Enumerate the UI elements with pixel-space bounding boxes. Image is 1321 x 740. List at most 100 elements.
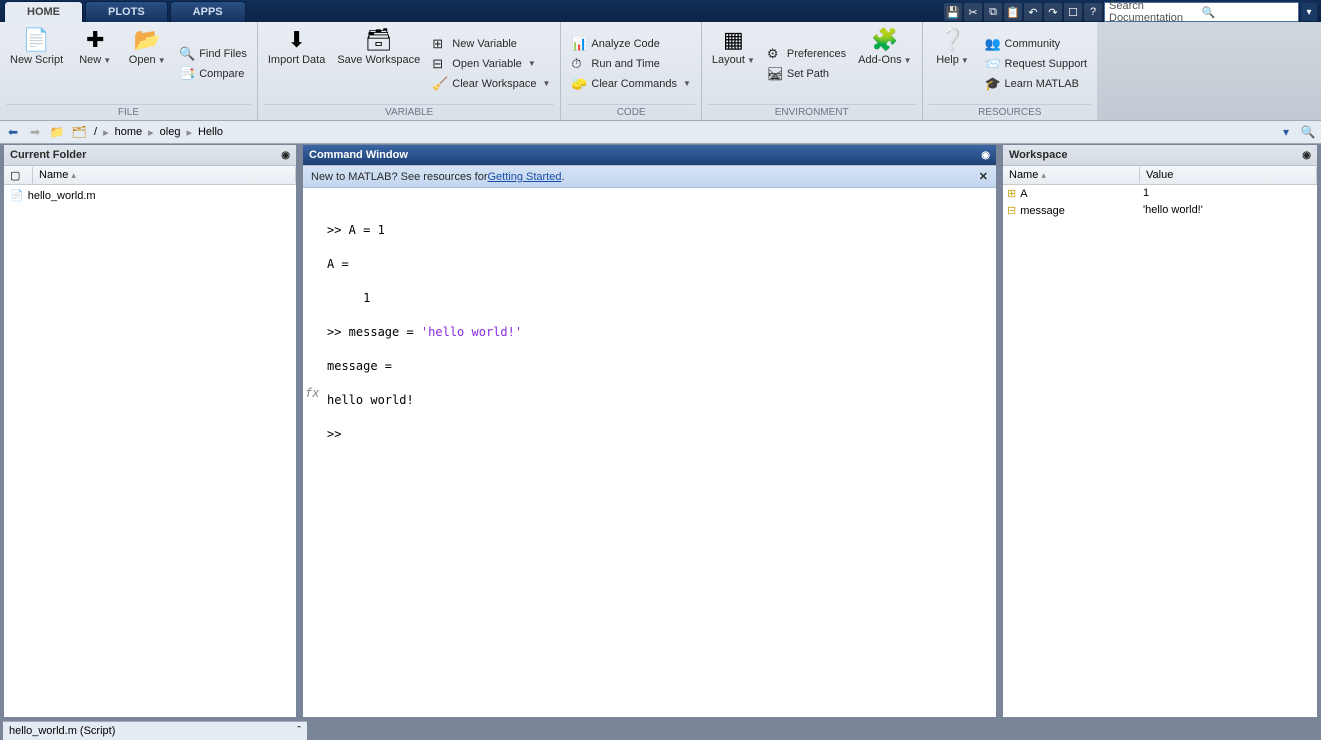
qat-save-icon[interactable]: 💾 [944,3,962,21]
learn-icon: 🎓 [985,76,1001,92]
search-icon[interactable]: 🔍 [1202,6,1295,19]
qat-undo-icon[interactable]: ↶ [1024,3,1042,21]
analyze-icon: 📊 [571,36,587,52]
workspace-panel: Workspace◉ Name ▴ Value ⊞A1 ⊟message'hel… [1002,144,1318,718]
breadcrumb: /▸ home▸ oleg▸ Hello [92,124,1273,141]
new-variable-button[interactable]: ⊞New Variable [428,34,554,54]
qat-copy-icon[interactable]: ⧉ [984,3,1002,21]
help-icon: ❔ [939,26,966,54]
getting-started-link[interactable]: Getting Started [487,171,561,183]
new-script-button[interactable]: 📄New Script [6,24,67,103]
import-data-button[interactable]: ⬇Import Data [264,24,329,103]
search-placeholder: Search Documentation [1109,0,1202,24]
new-script-icon: 📄 [23,26,50,54]
nav-forward-icon[interactable]: ➡ [26,123,44,141]
quick-access-toolbar: 💾 ✂ ⧉ 📋 ↶ ↷ ☐ ? Search Documentation 🔍 ▾ [944,2,1321,22]
panel-menu-icon[interactable]: ◉ [1302,150,1311,161]
set-path-button[interactable]: 🛤Set Path [763,64,850,84]
crumb-root[interactable]: / [92,124,99,140]
gear-icon: ⚙ [767,46,783,62]
crumb-home[interactable]: home [113,124,145,140]
ws-col-value[interactable]: Value [1140,167,1317,183]
nav-back-icon[interactable]: ⬅ [4,123,22,141]
layout-button[interactable]: ▦Layout▼ [708,24,759,103]
nav-folder-icon[interactable]: 🗂 [70,123,88,141]
workspace-list: ⊞A1 ⊟message'hello world!' [1003,185,1317,717]
compare-button[interactable]: 📑Compare [175,64,251,84]
tab-home[interactable]: HOME [4,1,83,22]
preferences-button[interactable]: ⚙Preferences [763,44,850,64]
col-icon[interactable]: ▢ [4,167,33,184]
status-file: hello_world.m (Script) [9,725,115,737]
qat-cut-icon[interactable]: ✂ [964,3,982,21]
var-numeric-icon: ⊞ [1007,187,1016,200]
tab-plots[interactable]: PLOTS [85,1,168,22]
ribbon-group-environment: ▦Layout▼ ⚙Preferences 🛤Set Path 🧩Add-Ons… [702,22,923,120]
addons-button[interactable]: 🧩Add-Ons▼ [854,24,915,103]
command-window-panel: Command Window◉ New to MATLAB? See resou… [302,144,997,718]
group-label-resources: RESOURCES [929,104,1092,120]
clear-commands-button[interactable]: 🧽Clear Commands▼ [567,74,695,94]
qat-paste-icon[interactable]: 📋 [1004,3,1022,21]
command-window[interactable]: >> A = 1 A = 1 >> message = 'hello world… [303,188,996,717]
analyze-code-button[interactable]: 📊Analyze Code [567,34,695,54]
ribbon-group-file: 📄New Script ✚New▼ 📂Open▼ 🔍Find Files 📑Co… [0,22,258,120]
find-files-button[interactable]: 🔍Find Files [175,44,251,64]
clear-commands-icon: 🧽 [571,76,587,92]
workspace-row[interactable]: ⊟message'hello world!' [1003,202,1317,219]
new-button[interactable]: ✚New▼ [71,24,119,103]
ws-col-name[interactable]: Name ▴ [1003,167,1140,183]
workspace-row[interactable]: ⊞A1 [1003,185,1317,202]
workspace-title[interactable]: Workspace◉ [1003,145,1317,166]
tab-apps[interactable]: APPS [170,1,246,22]
run-and-time-button[interactable]: ⏱Run and Time [567,54,695,74]
ribbon-group-code: 📊Analyze Code ⏱Run and Time 🧽Clear Comma… [561,22,702,120]
crumb-oleg[interactable]: oleg [158,124,183,140]
status-bar: hello_world.m (Script) ˆ [3,721,307,740]
col-name[interactable]: Name ▴ [33,167,296,183]
current-folder-title[interactable]: Current Folder◉ [4,145,296,166]
help-button[interactable]: ❔Help▼ [929,24,977,103]
crumb-dropdown-icon[interactable]: ▾ [1277,123,1295,141]
var-char-icon: ⊟ [1007,204,1016,217]
details-collapse-icon[interactable]: ˆ [297,725,301,737]
banner-close-icon[interactable]: ✕ [979,170,988,183]
fx-icon[interactable]: fx [305,386,319,400]
group-label-environment: ENVIRONMENT [708,104,916,120]
command-window-title[interactable]: Command Window◉ [303,145,996,166]
new-icon: ✚ [86,26,104,54]
getting-started-banner: New to MATLAB? See resources for Getting… [303,166,996,188]
layout-icon: ▦ [723,26,744,54]
qat-switch-icon[interactable]: ☐ [1064,3,1082,21]
open-variable-button[interactable]: ⊟Open Variable▼ [428,54,554,74]
nav-up-icon[interactable]: 📁 [48,123,66,141]
crumb-hello[interactable]: Hello [196,124,225,140]
request-support-button[interactable]: 📨Request Support [981,54,1092,74]
compare-icon: 📑 [179,66,195,82]
clear-workspace-button[interactable]: 🧹Clear Workspace▼ [428,74,554,94]
community-icon: 👥 [985,36,1001,52]
workspace-columns: Name ▴ Value [1003,166,1317,185]
tabstrip: HOME PLOTS APPS 💾 ✂ ⧉ 📋 ↶ ↷ ☐ ? Search D… [0,0,1321,22]
address-bar: ⬅ ➡ 📁 🗂 /▸ home▸ oleg▸ Hello ▾ 🔍 [0,121,1321,144]
learn-matlab-button[interactable]: 🎓Learn MATLAB [981,74,1092,94]
save-workspace-button[interactable]: 🗃Save Workspace [333,24,424,103]
minimize-ribbon-icon[interactable]: ▾ [1301,3,1317,21]
file-item[interactable]: 📄hello_world.m [6,187,294,204]
qat-redo-icon[interactable]: ↷ [1044,3,1062,21]
open-variable-icon: ⊟ [432,56,448,72]
qat-help-icon[interactable]: ? [1084,3,1102,21]
search-documentation[interactable]: Search Documentation 🔍 [1104,2,1299,22]
current-folder-columns: ▢ Name ▴ [4,166,296,185]
banner-text: New to MATLAB? See resources for [311,171,487,183]
open-icon: 📂 [133,26,160,54]
ribbon-group-variable: ⬇Import Data 🗃Save Workspace ⊞New Variab… [258,22,562,120]
group-label-code: CODE [567,104,695,120]
panel-menu-icon[interactable]: ◉ [981,150,990,161]
browse-search-icon[interactable]: 🔍 [1299,123,1317,141]
community-button[interactable]: 👥Community [981,34,1092,54]
new-variable-icon: ⊞ [432,36,448,52]
panel-menu-icon[interactable]: ◉ [281,150,290,161]
open-button[interactable]: 📂Open▼ [123,24,171,103]
addons-icon: 🧩 [871,26,898,54]
